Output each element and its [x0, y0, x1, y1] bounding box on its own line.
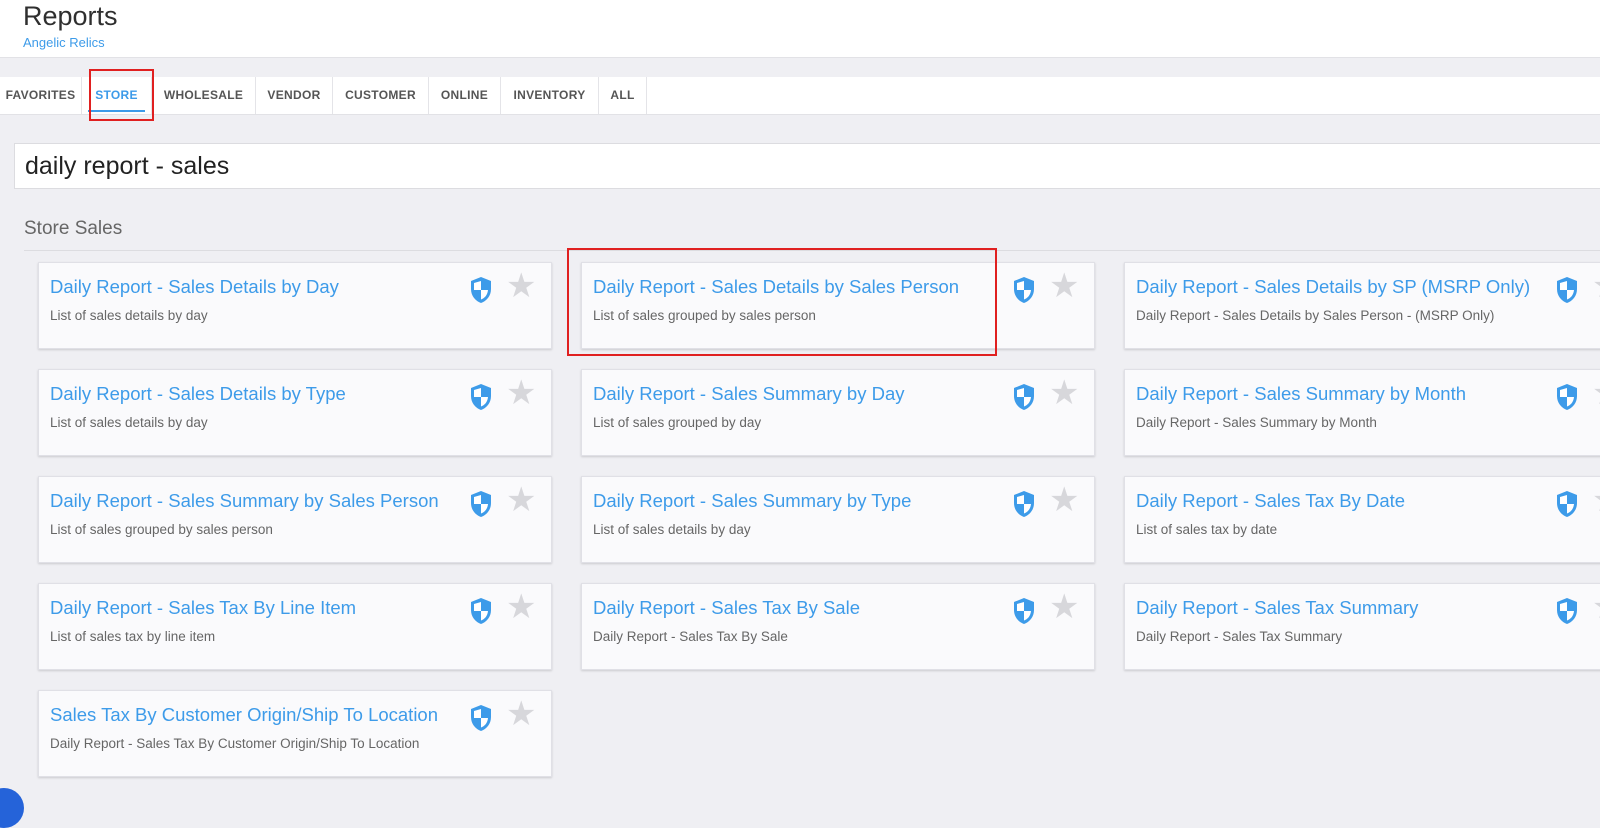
star-icon[interactable]: ★ [506, 376, 536, 410]
tab-wholesale[interactable]: WHOLESALE [152, 77, 256, 114]
tab-favorites[interactable]: FAVORITES [0, 77, 82, 114]
report-title-link[interactable]: Daily Report - Sales Summary by Sales Pe… [50, 490, 439, 512]
star-icon[interactable]: ★ [506, 590, 536, 624]
section-title: Store Sales [24, 218, 123, 239]
report-description: Daily Report - Sales Details by Sales Pe… [1136, 308, 1495, 323]
page-header: Reports Angelic Relics [0, 0, 1600, 58]
star-icon[interactable]: ★ [506, 269, 536, 303]
report-card[interactable]: Daily Report - Sales Tax By Date List of … [1124, 476, 1600, 563]
shield-icon [469, 383, 493, 411]
report-card[interactable]: Daily Report - Sales Summary by Sales Pe… [38, 476, 552, 563]
report-title-link[interactable]: Daily Report - Sales Details by Day [50, 276, 339, 298]
tab-online[interactable]: ONLINE [429, 77, 501, 114]
report-description: Daily Report - Sales Tax By Customer Ori… [50, 736, 420, 751]
tab-all[interactable]: ALL [599, 77, 647, 114]
report-title-link[interactable]: Daily Report - Sales Tax By Sale [593, 597, 860, 619]
star-icon[interactable]: ★ [1592, 376, 1600, 410]
shield-icon [469, 276, 493, 304]
report-card[interactable]: Daily Report - Sales Details by Day List … [38, 262, 552, 349]
report-description: Daily Report - Sales Tax Summary [1136, 629, 1343, 644]
tab-vendor[interactable]: VENDOR [256, 77, 333, 114]
action-button[interactable] [0, 788, 24, 828]
report-card[interactable]: Daily Report - Sales Details by SP (MSRP… [1124, 262, 1600, 349]
tab-store[interactable]: STORE [82, 77, 152, 114]
star-icon[interactable]: ★ [1592, 590, 1600, 624]
report-title-link[interactable]: Daily Report - Sales Tax By Line Item [50, 597, 356, 619]
shield-icon [1555, 490, 1579, 518]
report-description: List of sales grouped by sales person [593, 308, 816, 323]
report-card[interactable]: Sales Tax By Customer Origin/Ship To Loc… [38, 690, 552, 777]
report-card[interactable]: Daily Report - Sales Tax Summary Daily Re… [1124, 583, 1600, 670]
report-description: List of sales tax by line item [50, 629, 216, 644]
report-card[interactable]: Daily Report - Sales Summary by Day List … [581, 369, 1095, 456]
report-title-link[interactable]: Daily Report - Sales Tax Summary [1136, 597, 1418, 619]
page-title: Reports [23, 1, 118, 31]
report-description: List of sales tax by date [1136, 522, 1278, 537]
section-divider [24, 250, 1600, 251]
report-title-link[interactable]: Daily Report - Sales Tax By Date [1136, 490, 1405, 512]
star-icon[interactable]: ★ [1049, 376, 1079, 410]
star-icon[interactable]: ★ [1049, 483, 1079, 517]
report-description: Daily Report - Sales Tax By Sale [593, 629, 788, 644]
report-description: List of sales grouped by sales person [50, 522, 273, 537]
report-title-link[interactable]: Sales Tax By Customer Origin/Ship To Loc… [50, 704, 438, 726]
report-search-input[interactable] [14, 143, 1600, 189]
star-icon[interactable]: ★ [1592, 483, 1600, 517]
report-title-link[interactable]: Daily Report - Sales Summary by Day [593, 383, 905, 405]
star-icon[interactable]: ★ [1049, 590, 1079, 624]
store-name[interactable]: Angelic Relics [23, 35, 105, 50]
report-description: List of sales details by day [50, 308, 208, 323]
report-card[interactable]: Daily Report - Sales Details by Type List… [38, 369, 552, 456]
shield-icon [1012, 383, 1036, 411]
report-title-link[interactable]: Daily Report - Sales Summary by Month [1136, 383, 1466, 405]
report-card[interactable]: Daily Report - Sales Summary by Month Dai… [1124, 369, 1600, 456]
report-card[interactable]: Daily Report - Sales Tax By Sale Daily Re… [581, 583, 1095, 670]
star-icon[interactable]: ★ [1592, 269, 1600, 303]
report-description: List of sales details by day [593, 522, 751, 537]
report-title-link[interactable]: Daily Report - Sales Summary by Type [593, 490, 911, 512]
shield-icon [1555, 597, 1579, 625]
star-icon[interactable]: ★ [506, 483, 536, 517]
shield-icon [1555, 276, 1579, 304]
shield-icon [469, 704, 493, 732]
shield-icon [469, 490, 493, 518]
report-title-link[interactable]: Daily Report - Sales Details by Type [50, 383, 346, 405]
shield-icon [1012, 276, 1036, 304]
report-card[interactable]: Daily Report - Sales Details by Sales Pe… [581, 262, 1095, 349]
shield-icon [469, 597, 493, 625]
report-title-link[interactable]: Daily Report - Sales Details by Sales Pe… [593, 276, 959, 298]
shield-icon [1555, 383, 1579, 411]
star-icon[interactable]: ★ [506, 697, 536, 731]
report-description: Daily Report - Sales Summary by Month [1136, 415, 1377, 430]
shield-icon [1012, 597, 1036, 625]
report-description: List of sales details by day [50, 415, 208, 430]
tab-customer[interactable]: CUSTOMER [333, 77, 429, 114]
report-card[interactable]: Daily Report - Sales Tax By Line Item Lis… [38, 583, 552, 670]
report-category-tabs: FAVORITES STORE WHOLESALE VENDOR CUSTOME… [0, 77, 1600, 115]
report-card[interactable]: Daily Report - Sales Summary by Type List… [581, 476, 1095, 563]
star-icon[interactable]: ★ [1049, 269, 1079, 303]
report-title-link[interactable]: Daily Report - Sales Details by SP (MSRP… [1136, 276, 1530, 298]
shield-icon [1012, 490, 1036, 518]
report-description: List of sales grouped by day [593, 415, 762, 430]
tab-inventory[interactable]: INVENTORY [501, 77, 599, 114]
